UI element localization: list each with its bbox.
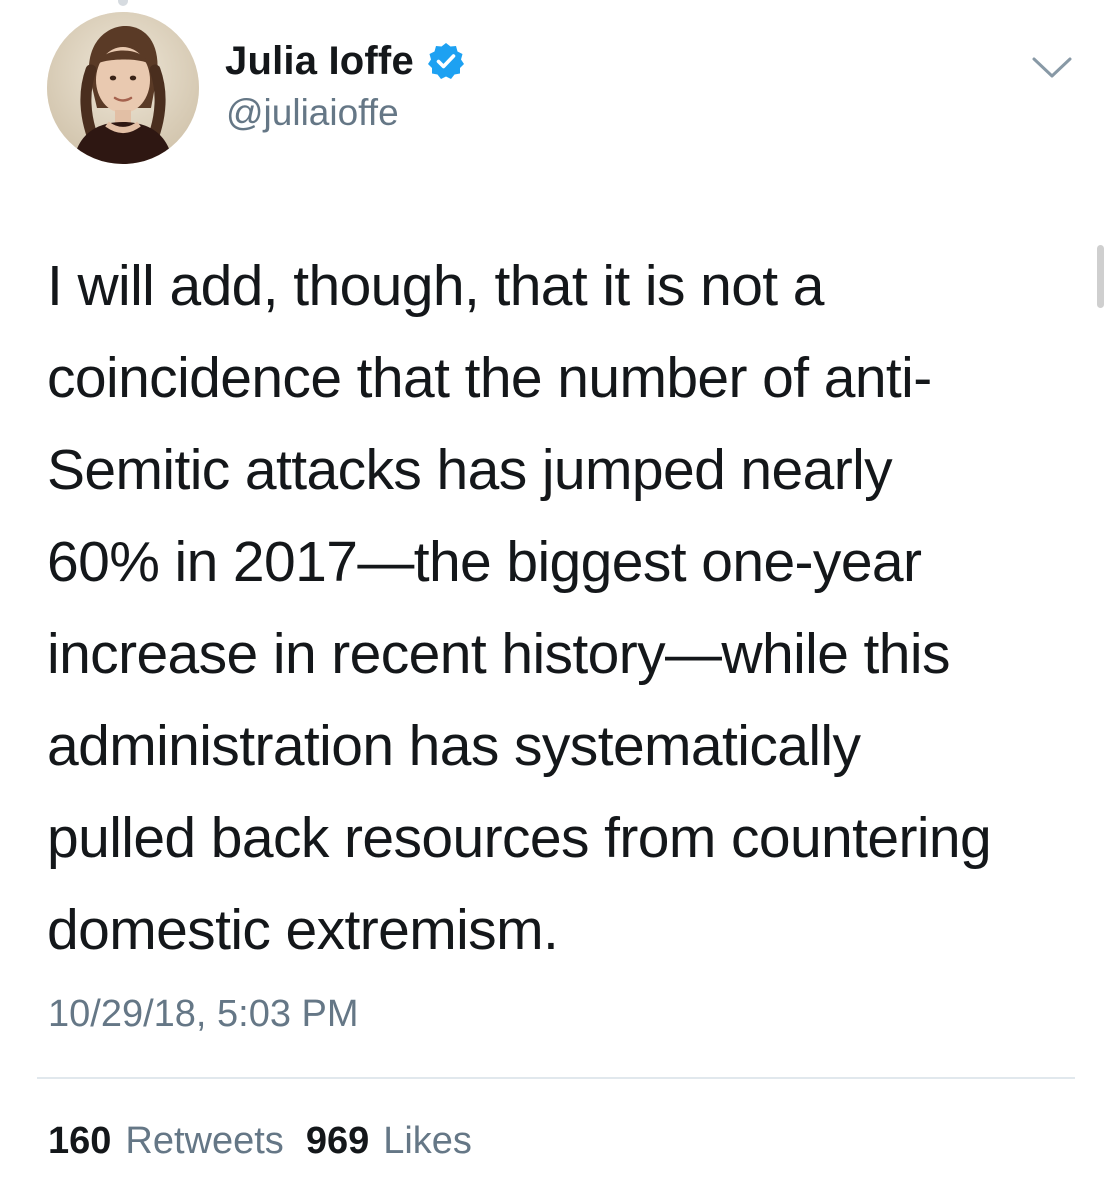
tweet-text-line: domestic extremism. [47,898,559,962]
likes-label: Likes [383,1120,472,1162]
retweets-count: 160 [48,1120,112,1162]
author-handle[interactable]: @juliaioffe [226,92,399,134]
divider [37,1077,1075,1079]
tweet-detail: Julia Ioffe @juliaioffe I will add, thou… [0,0,1112,1200]
chevron-down-icon[interactable] [1030,54,1074,82]
tweet-text-line: administration has systematically [47,714,861,778]
likes-stat[interactable]: 969 Likes [306,1120,472,1163]
author-display-name[interactable]: Julia Ioffe [225,39,414,84]
retweets-stat[interactable]: 160 Retweets [48,1120,284,1163]
tweet-text-line: coincidence that the number of anti- [47,346,932,410]
tweet-text-line: I will add, though, that it is not a [47,254,824,318]
retweets-label: Retweets [125,1120,284,1162]
author-name-row[interactable]: Julia Ioffe [225,38,466,84]
avatar-photo-icon [47,12,199,164]
avatar[interactable] [47,12,199,164]
scrollbar[interactable] [1097,245,1104,308]
tweet-stats: 160 Retweets 969 Likes [48,1120,472,1163]
tweet-text-line: Semitic attacks has jumped nearly [47,438,893,502]
likes-count: 969 [305,1120,370,1162]
tweet-text-line: pulled back resources from countering [47,806,992,870]
scroll-indicator-dot [118,0,128,6]
tweet-timestamp[interactable]: 10/29/18, 5:03 PM [48,993,359,1036]
tweet-text-line: increase in recent history—while this [47,622,950,686]
verified-badge-icon [426,41,466,81]
tweet-text-line: 60% in 2017—the biggest one-year [47,530,922,594]
tweet-text: I will add, though, that it is not a coi… [47,240,1092,976]
